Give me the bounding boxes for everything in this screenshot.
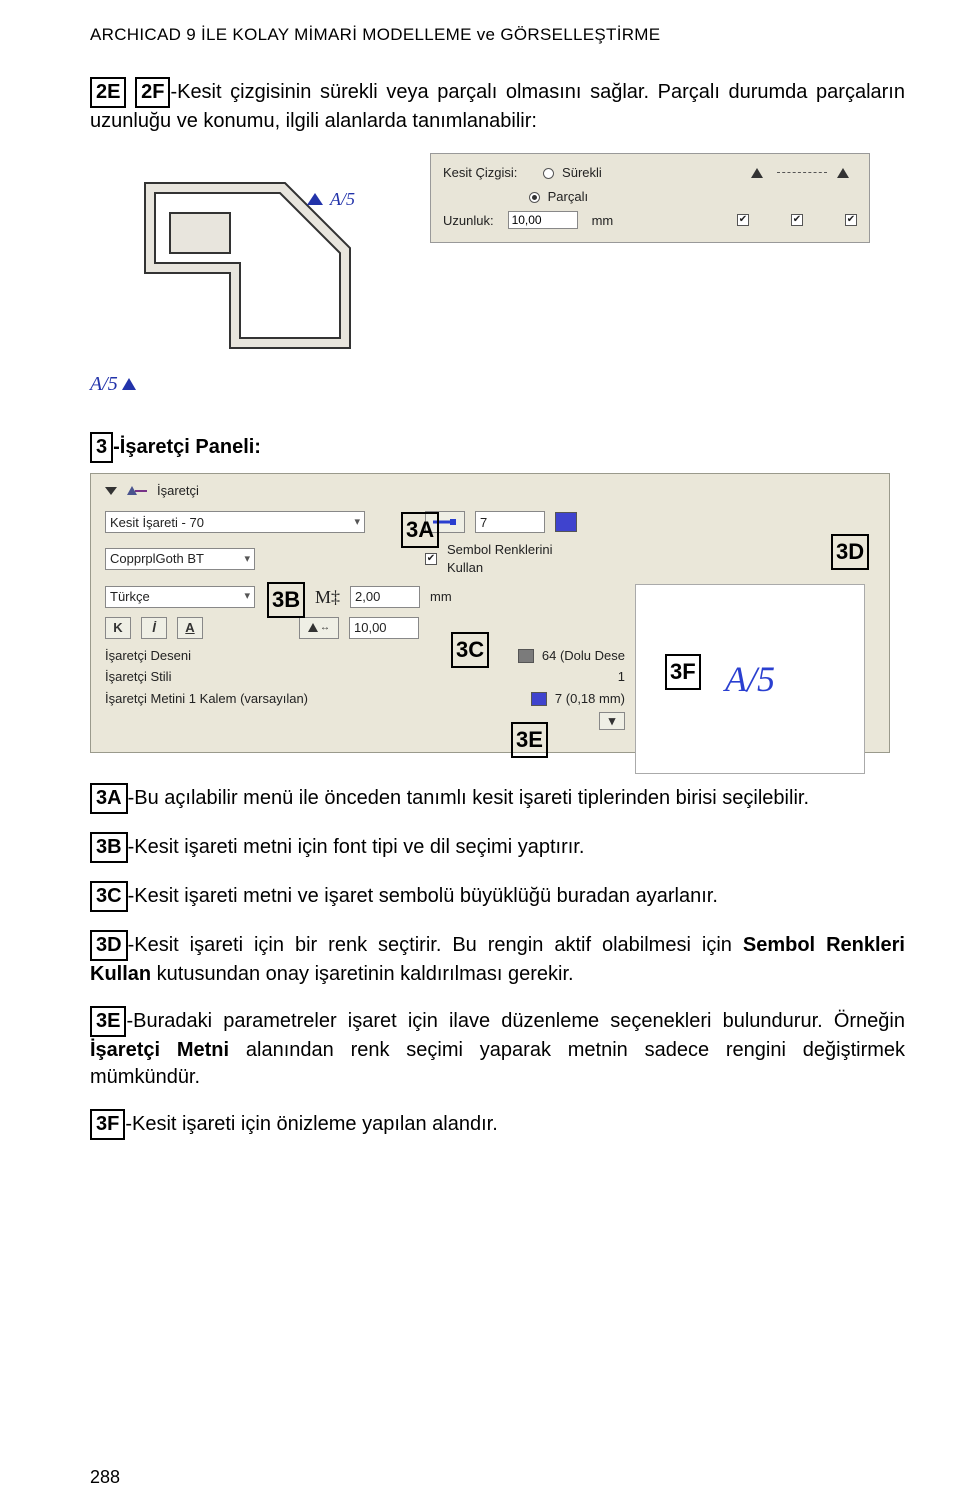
segment-start-icon[interactable] bbox=[747, 164, 771, 182]
page-header: ARCHICAD 9 İLE KOLAY MİMARİ MODELLEME ve… bbox=[90, 24, 905, 47]
pen-number-input[interactable]: 7 bbox=[475, 511, 545, 533]
panel-title-text: İşaretçi bbox=[157, 482, 199, 500]
expl-3D: 3D-Kesit işareti için bir renk seçtirir.… bbox=[90, 930, 905, 988]
marker-size-icon[interactable]: ↔ bbox=[299, 617, 339, 639]
kesit-isareti-select[interactable]: Kesit İşareti - 70▾ bbox=[105, 511, 365, 533]
key-2F: 2F bbox=[135, 77, 170, 108]
preview-text: A/5 bbox=[725, 658, 775, 700]
opt-surekli: Sürekli bbox=[562, 165, 602, 180]
kesit-cizgisi-panel: Kesit Çizgisi: Sürekli Parçalı Uzunluk: … bbox=[430, 153, 870, 243]
chk-sembol-label: Sembol Renklerini Kullan bbox=[447, 541, 587, 576]
expl-3E: 3E-Buradaki parametreler işaret için ila… bbox=[90, 1006, 905, 1091]
para-2e2f: 2E 2F-Kesit çizgisinin sürekli veya parç… bbox=[90, 77, 905, 135]
collapse-icon[interactable] bbox=[105, 487, 117, 495]
chk-seg-2[interactable] bbox=[791, 214, 803, 226]
desen-swatch[interactable] bbox=[518, 649, 534, 663]
kc-label: Kesit Çizgisi: bbox=[443, 164, 517, 182]
chk-seg-1[interactable] bbox=[737, 214, 749, 226]
radio-parcali[interactable] bbox=[529, 192, 540, 203]
font-select[interactable]: CopprplGoth BT▾ bbox=[105, 548, 255, 570]
list3-value: 7 (0,18 mm) bbox=[555, 690, 625, 708]
list-isaretci-stili[interactable]: İşaretçi Stili bbox=[105, 668, 610, 686]
para-2e2f-text: -Kesit çizgisinin sürekli veya parçalı o… bbox=[90, 81, 905, 132]
pen-icon-button[interactable] bbox=[425, 511, 465, 533]
floorplan-label-outer: A/5 bbox=[90, 373, 390, 396]
floorplan-label-inner: A/5 bbox=[329, 189, 355, 209]
kc-len-label: Uzunluk: bbox=[443, 212, 494, 230]
radio-surekli[interactable] bbox=[543, 168, 554, 179]
kc-length-input[interactable] bbox=[508, 211, 578, 229]
height-input[interactable]: 2,00 bbox=[350, 586, 420, 608]
key-2E: 2E bbox=[90, 77, 126, 108]
list-isaretci-deseni[interactable]: İşaretçi Deseni bbox=[105, 647, 510, 665]
chk-seg-3[interactable] bbox=[845, 214, 857, 226]
page-number: 288 bbox=[90, 1465, 120, 1489]
pen-color-swatch[interactable] bbox=[555, 512, 577, 532]
expl-3B: 3B-Kesit işareti metni için font tipi ve… bbox=[90, 832, 905, 863]
dashline-icon bbox=[777, 172, 827, 173]
italic-button[interactable]: İ bbox=[141, 617, 167, 639]
marker-size-input[interactable]: 10,00 bbox=[349, 617, 419, 639]
kc-len-unit: mm bbox=[592, 212, 614, 230]
isaretci-panel: İşaretçi Kesit İşareti - 70▾ 7 CopprplGo… bbox=[90, 473, 890, 753]
bold-button[interactable]: K bbox=[105, 617, 131, 639]
opt-parcali: Parçalı bbox=[548, 189, 588, 204]
height-unit: mm bbox=[430, 588, 452, 606]
triangle-icon bbox=[122, 378, 136, 390]
chk-sembol-renkleri[interactable] bbox=[425, 553, 437, 565]
key-3: 3 bbox=[90, 432, 113, 463]
expl-3C: 3C-Kesit işareti metni ve işaret sembolü… bbox=[90, 881, 905, 912]
list1-value: 64 (Dolu Dese bbox=[542, 647, 625, 665]
list-isaretci-metini[interactable]: İşaretçi Metini 1 Kalem (varsayılan) bbox=[105, 690, 523, 708]
metin-pen-swatch[interactable] bbox=[531, 692, 547, 706]
expl-3F: 3F-Kesit işareti için önizleme yapılan a… bbox=[90, 1109, 905, 1140]
segment-end-icon[interactable] bbox=[833, 164, 857, 182]
heading-3: 3-İşaretçi Paneli: bbox=[90, 432, 905, 463]
language-select[interactable]: Türkçe▾ bbox=[105, 586, 255, 608]
floorplan-illustration: A/5 bbox=[90, 153, 390, 363]
expl-3A: 3A-Bu açılabilir menü ile önceden tanıml… bbox=[90, 783, 905, 814]
underline-button[interactable]: A bbox=[177, 617, 203, 639]
list-scroll-down-icon[interactable]: ▾ bbox=[599, 712, 625, 730]
marker-icon bbox=[127, 484, 147, 498]
list2-value: 1 bbox=[618, 668, 625, 686]
M-label: M‡ bbox=[315, 585, 340, 609]
marker-preview: A/5 bbox=[635, 584, 865, 774]
